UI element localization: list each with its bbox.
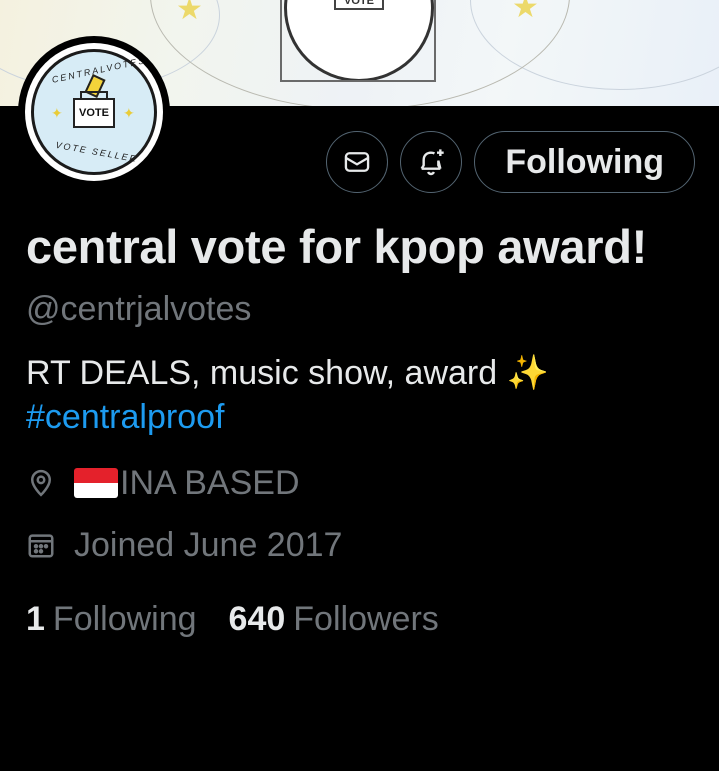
followers-label: Followers: [293, 600, 439, 638]
following-label: Following: [52, 600, 197, 638]
bio: RT DEALS, music show, award ✨ #centralpr…: [26, 351, 706, 439]
banner-star: ★: [512, 0, 539, 24]
banner-ballot-box: [280, 0, 436, 82]
bio-text: RT DEALS, music show, award ✨: [26, 354, 549, 392]
follow-counts: 1 Following 640 Followers: [26, 597, 706, 641]
bell-plus-icon: [420, 149, 445, 176]
followers-count-link[interactable]: 640 Followers: [229, 597, 439, 641]
following-button[interactable]: Following: [474, 131, 695, 193]
joined-date: Joined June 2017: [74, 526, 343, 564]
following-count-link[interactable]: 1 Following: [26, 597, 197, 641]
banner-vote-tag: VOTE: [334, 0, 384, 10]
display-name: central vote for kpop award!: [26, 220, 648, 273]
ballot-box-label: VOTE: [73, 98, 115, 128]
sparkle-icon: ✦: [51, 105, 63, 121]
avatar[interactable]: CENTRALVOTES ✦ ✦ VOTE VOTE SELLER: [18, 36, 170, 188]
calendar-icon: [26, 530, 60, 560]
message-button[interactable]: [326, 131, 389, 193]
profile-info: central vote for kpop award! @centrjalvo…: [26, 218, 706, 641]
avatar-image: CENTRALVOTES ✦ ✦ VOTE VOTE SELLER: [25, 43, 163, 181]
location-row: INA BASED: [26, 461, 706, 505]
sparkle-icon: ✦: [123, 105, 135, 121]
indonesia-flag-icon: [74, 468, 118, 498]
user-handle: @centrjalvotes: [26, 290, 252, 328]
location-pin-icon: [26, 468, 60, 498]
banner-star: ★: [176, 0, 203, 26]
following-count: 1: [26, 600, 45, 638]
envelope-icon: [345, 152, 370, 172]
bio-hashtag-link[interactable]: #centralproof: [26, 395, 706, 439]
joined-row: Joined June 2017: [26, 523, 706, 567]
location-text: INA BASED: [120, 464, 300, 502]
notifications-button[interactable]: [400, 131, 463, 193]
followers-count: 640: [228, 600, 286, 638]
profile-actions: Following: [326, 131, 695, 193]
